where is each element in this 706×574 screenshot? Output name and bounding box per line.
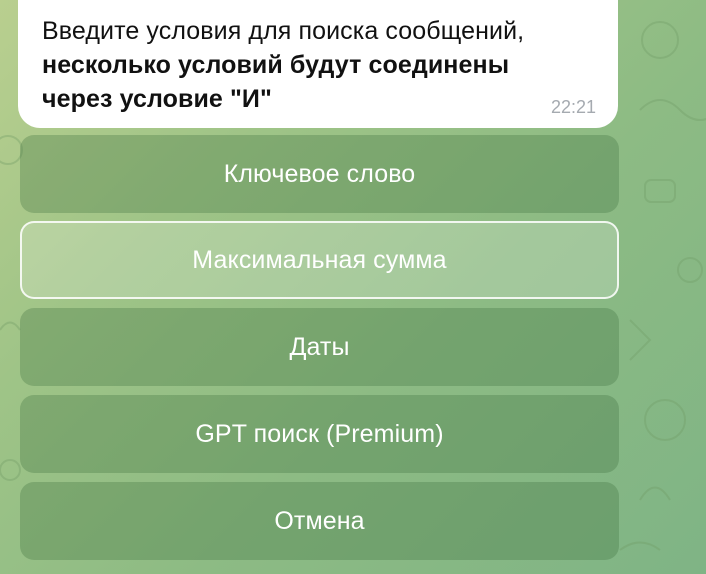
max-amount-button-label: Максимальная сумма [192, 245, 447, 274]
message-text-line-2: несколько условий будут соединены [42, 51, 510, 79]
gpt-search-button[interactable]: GPT поиск (Premium) [20, 395, 619, 473]
dates-button[interactable]: Даты [20, 308, 619, 386]
bot-message-bubble: Введите условия для поиска сообщений, не… [18, 0, 618, 128]
keyword-button-label: Ключевое слово [223, 159, 416, 188]
message-timestamp: 22:21 [550, 97, 596, 117]
cancel-button[interactable]: Отмена [20, 482, 619, 560]
keyword-button[interactable]: Ключевое слово [20, 135, 619, 213]
message-text-line-3: через условие "И" [42, 85, 272, 113]
cancel-button-label: Отмена [274, 506, 365, 535]
gpt-search-button-label: GPT поиск (Premium) [195, 419, 444, 448]
dates-button-label: Даты [289, 332, 350, 361]
max-amount-button[interactable]: Максимальная сумма [20, 221, 619, 299]
message-text-line-1: Введите условия для поиска сообщений, [42, 17, 525, 45]
